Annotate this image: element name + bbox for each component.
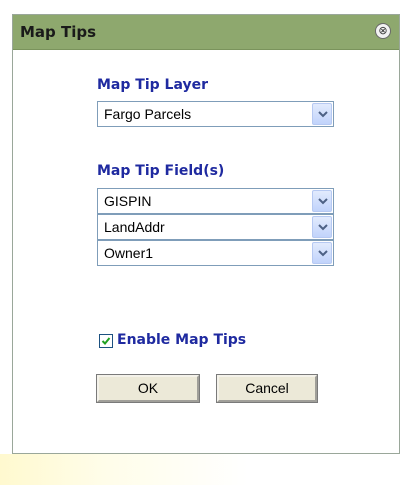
map-tip-field-select-2[interactable]: LandAddr	[97, 214, 334, 240]
background-strip	[0, 454, 413, 485]
chevron-down-icon[interactable]	[312, 190, 332, 212]
map-tip-layer-label: Map Tip Layer	[97, 77, 208, 93]
map-tip-layer-value: Fargo Parcels	[104, 106, 192, 122]
dialog-titlebar[interactable]: Map Tips ⊗	[13, 15, 399, 50]
map-tip-layer-select[interactable]: Fargo Parcels	[97, 101, 334, 127]
cancel-button[interactable]: Cancel	[216, 374, 318, 403]
map-tip-fields-label: Map Tip Field(s)	[97, 163, 225, 179]
chevron-down-icon[interactable]	[312, 103, 332, 125]
ok-button[interactable]: OK	[96, 374, 200, 403]
map-tip-field-value-1: GISPIN	[104, 193, 152, 209]
map-tip-field-value-2: LandAddr	[104, 219, 165, 235]
close-icon[interactable]: ⊗	[375, 23, 391, 39]
chevron-down-icon[interactable]	[312, 242, 332, 264]
map-tip-field-value-3: Owner1	[104, 245, 154, 261]
chevron-down-icon[interactable]	[312, 216, 332, 238]
enable-map-tips-label[interactable]: Enable Map Tips	[117, 332, 246, 348]
map-tip-field-select-3[interactable]: Owner1	[97, 240, 334, 266]
map-tip-field-select-1[interactable]: GISPIN	[97, 188, 334, 214]
enable-map-tips-checkbox[interactable]	[99, 334, 113, 348]
map-tips-dialog: Map Tips ⊗ Map Tip Layer Fargo Parcels M…	[12, 14, 400, 454]
dialog-title: Map Tips	[20, 23, 97, 41]
